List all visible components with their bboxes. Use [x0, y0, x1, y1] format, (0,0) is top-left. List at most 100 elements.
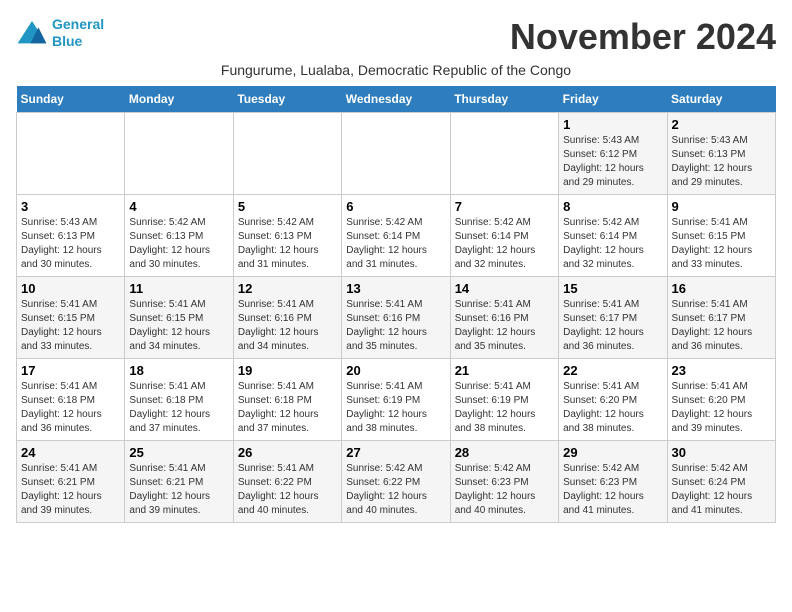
day-info: Sunrise: 5:41 AM Sunset: 6:17 PM Dayligh… — [672, 298, 771, 354]
calendar-cell: 11Sunrise: 5:41 AM Sunset: 6:15 PM Dayli… — [125, 277, 233, 359]
calendar-cell: 29 Sunrise: 5:42 AM Sunset: 6:23 PM Dayli… — [559, 441, 667, 523]
day-number: 28 — [455, 445, 554, 460]
day-info: Sunrise: 5:41 AM Sunset: 6:19 PM Dayligh… — [346, 380, 445, 436]
calendar-week-3: 10 Sunrise: 5:41 AM Sunset: 6:15 PM Dayli… — [17, 277, 776, 359]
day-info: Sunrise: 5:41 AM Sunset: 6:19 PM Dayligh… — [455, 380, 554, 436]
day-info: Sunrise: 5:41 AM Sunset: 6:18 PM Dayligh… — [21, 380, 120, 436]
day-number: 25 — [129, 445, 228, 460]
calendar-week-1: 1 Sunrise: 5:43 AM Sunset: 6:12 PM Daylig… — [17, 113, 776, 195]
day-info: Sunrise: 5:42 AM Sunset: 6:24 PM Dayligh… — [672, 462, 771, 518]
calendar-cell: 1 Sunrise: 5:43 AM Sunset: 6:12 PM Daylig… — [559, 113, 667, 195]
day-info: Sunrise: 5:43 AM Sunset: 6:13 PM Dayligh… — [21, 216, 120, 272]
calendar-cell: 18 Sunrise: 5:41 AM Sunset: 6:18 PM Dayli… — [125, 359, 233, 441]
calendar-cell — [450, 113, 558, 195]
calendar-cell: 12 Sunrise: 5:41 AM Sunset: 6:16 PM Dayli… — [233, 277, 341, 359]
calendar-cell: 30 Sunrise: 5:42 AM Sunset: 6:24 PM Dayli… — [667, 441, 775, 523]
calendar-cell: 15Sunrise: 5:41 AM Sunset: 6:17 PM Dayli… — [559, 277, 667, 359]
calendar-cell: 24 Sunrise: 5:41 AM Sunset: 6:21 PM Dayli… — [17, 441, 125, 523]
day-number: 29 — [563, 445, 662, 460]
day-info: Sunrise: 5:41 AM Sunset: 6:15 PM Dayligh… — [21, 298, 120, 354]
calendar-title: November 2024 — [510, 16, 776, 58]
day-info: Sunrise: 5:41 AM Sunset: 6:21 PM Dayligh… — [21, 462, 120, 518]
calendar-cell: 13 Sunrise: 5:41 AM Sunset: 6:16 PM Dayli… — [342, 277, 450, 359]
calendar-table: SundayMondayTuesdayWednesdayThursdayFrid… — [16, 86, 776, 523]
weekday-header-sunday: Sunday — [17, 86, 125, 113]
calendar-week-4: 17 Sunrise: 5:41 AM Sunset: 6:18 PM Dayli… — [17, 359, 776, 441]
day-info: Sunrise: 5:41 AM Sunset: 6:22 PM Dayligh… — [238, 462, 337, 518]
day-number: 14 — [455, 281, 554, 296]
day-info: Sunrise: 5:42 AM Sunset: 6:23 PM Dayligh… — [563, 462, 662, 518]
logo-line2: Blue — [52, 33, 82, 49]
day-info: Sunrise: 5:42 AM Sunset: 6:13 PM Dayligh… — [238, 216, 337, 272]
day-number: 13 — [346, 281, 445, 296]
logo: General Blue — [16, 16, 104, 50]
calendar-cell: 17 Sunrise: 5:41 AM Sunset: 6:18 PM Dayli… — [17, 359, 125, 441]
logo-icon — [16, 19, 48, 47]
day-number: 8 — [563, 199, 662, 214]
calendar-cell — [17, 113, 125, 195]
day-number: 7 — [455, 199, 554, 214]
day-number: 22 — [563, 363, 662, 378]
calendar-cell: 20 Sunrise: 5:41 AM Sunset: 6:19 PM Dayli… — [342, 359, 450, 441]
calendar-cell — [125, 113, 233, 195]
day-info: Sunrise: 5:43 AM Sunset: 6:12 PM Dayligh… — [563, 134, 662, 190]
day-info: Sunrise: 5:42 AM Sunset: 6:13 PM Dayligh… — [129, 216, 228, 272]
day-number: 9 — [672, 199, 771, 214]
day-info: Sunrise: 5:41 AM Sunset: 6:16 PM Dayligh… — [238, 298, 337, 354]
weekday-header-row: SundayMondayTuesdayWednesdayThursdayFrid… — [17, 86, 776, 113]
day-number: 10 — [21, 281, 120, 296]
calendar-subtitle: Fungurume, Lualaba, Democratic Republic … — [16, 62, 776, 78]
calendar-cell: 6 Sunrise: 5:42 AM Sunset: 6:14 PM Daylig… — [342, 195, 450, 277]
day-number: 15 — [563, 281, 662, 296]
calendar-cell: 16 Sunrise: 5:41 AM Sunset: 6:17 PM Dayli… — [667, 277, 775, 359]
weekday-header-monday: Monday — [125, 86, 233, 113]
day-info: Sunrise: 5:41 AM Sunset: 6:18 PM Dayligh… — [129, 380, 228, 436]
day-number: 3 — [21, 199, 120, 214]
day-number: 19 — [238, 363, 337, 378]
calendar-cell: 19 Sunrise: 5:41 AM Sunset: 6:18 PM Dayli… — [233, 359, 341, 441]
day-number: 12 — [238, 281, 337, 296]
calendar-cell: 21 Sunrise: 5:41 AM Sunset: 6:19 PM Dayli… — [450, 359, 558, 441]
day-info: Sunrise: 5:42 AM Sunset: 6:14 PM Dayligh… — [455, 216, 554, 272]
day-info: Sunrise: 5:42 AM Sunset: 6:23 PM Dayligh… — [455, 462, 554, 518]
day-number: 20 — [346, 363, 445, 378]
calendar-cell: 8 Sunrise: 5:42 AM Sunset: 6:14 PM Daylig… — [559, 195, 667, 277]
day-number: 5 — [238, 199, 337, 214]
day-number: 21 — [455, 363, 554, 378]
logo-line1: General — [52, 16, 104, 32]
day-info: Sunrise: 5:41 AM Sunset: 6:16 PM Dayligh… — [455, 298, 554, 354]
calendar-cell: 4Sunrise: 5:42 AM Sunset: 6:13 PM Daylig… — [125, 195, 233, 277]
day-number: 16 — [672, 281, 771, 296]
day-number: 26 — [238, 445, 337, 460]
day-info: Sunrise: 5:42 AM Sunset: 6:22 PM Dayligh… — [346, 462, 445, 518]
calendar-cell — [233, 113, 341, 195]
calendar-cell — [342, 113, 450, 195]
weekday-header-saturday: Saturday — [667, 86, 775, 113]
weekday-header-thursday: Thursday — [450, 86, 558, 113]
day-number: 6 — [346, 199, 445, 214]
day-number: 17 — [21, 363, 120, 378]
day-info: Sunrise: 5:42 AM Sunset: 6:14 PM Dayligh… — [563, 216, 662, 272]
day-number: 1 — [563, 117, 662, 132]
calendar-cell: 3 Sunrise: 5:43 AM Sunset: 6:13 PM Daylig… — [17, 195, 125, 277]
day-number: 18 — [129, 363, 228, 378]
weekday-header-friday: Friday — [559, 86, 667, 113]
calendar-week-2: 3 Sunrise: 5:43 AM Sunset: 6:13 PM Daylig… — [17, 195, 776, 277]
calendar-cell: 9 Sunrise: 5:41 AM Sunset: 6:15 PM Daylig… — [667, 195, 775, 277]
weekday-header-wednesday: Wednesday — [342, 86, 450, 113]
day-number: 11 — [129, 281, 228, 296]
day-number: 23 — [672, 363, 771, 378]
page-header: General Blue November 2024 — [16, 16, 776, 58]
day-number: 24 — [21, 445, 120, 460]
calendar-cell: 27 Sunrise: 5:42 AM Sunset: 6:22 PM Dayli… — [342, 441, 450, 523]
day-number: 30 — [672, 445, 771, 460]
calendar-cell: 14 Sunrise: 5:41 AM Sunset: 6:16 PM Dayli… — [450, 277, 558, 359]
logo-text: General Blue — [52, 16, 104, 50]
day-number: 27 — [346, 445, 445, 460]
day-info: Sunrise: 5:43 AM Sunset: 6:13 PM Dayligh… — [672, 134, 771, 190]
day-info: Sunrise: 5:42 AM Sunset: 6:14 PM Dayligh… — [346, 216, 445, 272]
day-info: Sunrise: 5:41 AM Sunset: 6:16 PM Dayligh… — [346, 298, 445, 354]
calendar-cell: 22Sunrise: 5:41 AM Sunset: 6:20 PM Dayli… — [559, 359, 667, 441]
day-info: Sunrise: 5:41 AM Sunset: 6:15 PM Dayligh… — [672, 216, 771, 272]
day-info: Sunrise: 5:41 AM Sunset: 6:18 PM Dayligh… — [238, 380, 337, 436]
